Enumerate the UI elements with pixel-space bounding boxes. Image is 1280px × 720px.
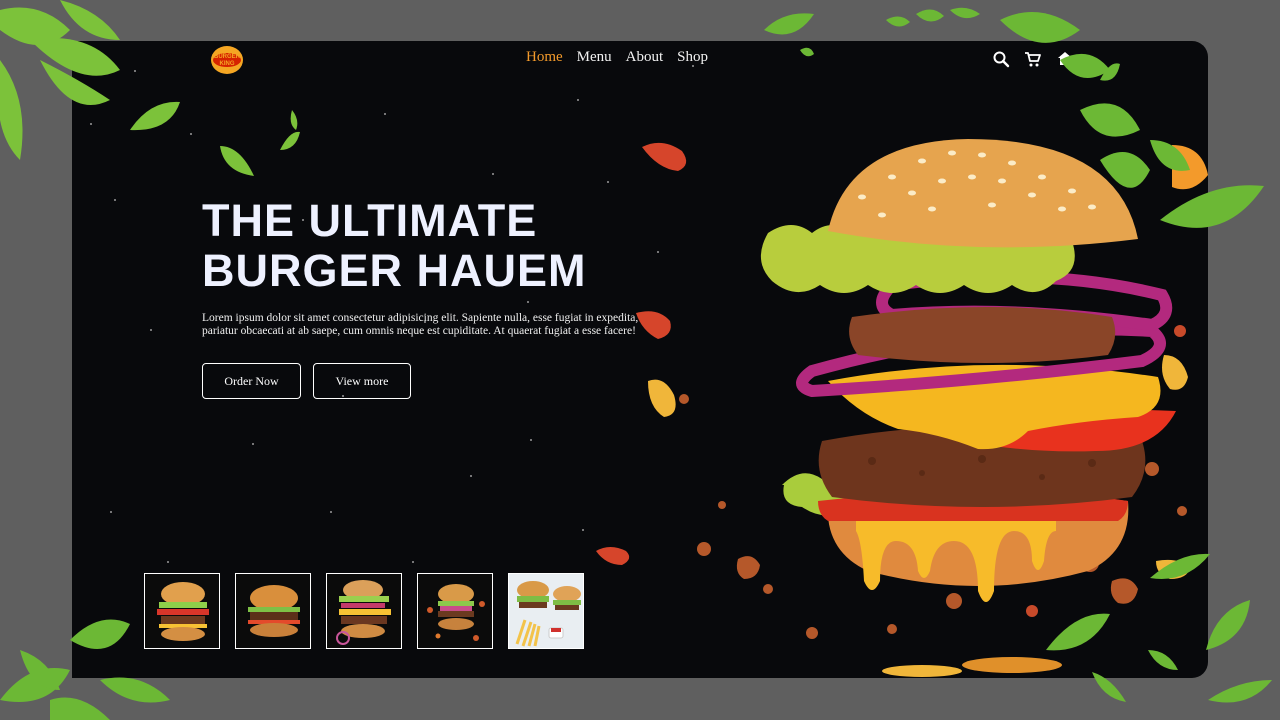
thumbnail-strip	[144, 573, 584, 649]
view-more-button[interactable]: View more	[313, 363, 411, 399]
search-icon[interactable]	[992, 50, 1010, 68]
nav-home[interactable]: Home	[526, 49, 563, 66]
burger-fries-thumbnail-5[interactable]	[508, 573, 584, 649]
logo-text-bottom: KING	[220, 61, 235, 67]
burger-thumbnail-2[interactable]	[235, 573, 311, 649]
logo-text-top: BURGER	[214, 54, 241, 60]
burger-thumbnail-1[interactable]	[144, 573, 220, 649]
burger-king-logo-icon[interactable]: BURGER KING	[209, 45, 245, 75]
hero-title: THE ULTIMATE BURGER HAUEM	[202, 196, 587, 296]
burger-thumbnail-3[interactable]	[326, 573, 402, 649]
main-nav: Home Menu About Shop	[526, 49, 708, 66]
nav-about[interactable]: About	[626, 49, 664, 66]
nav-menu[interactable]: Menu	[577, 49, 612, 66]
cart-icon[interactable]	[1024, 50, 1042, 68]
hero-burger-image	[596, 139, 1208, 677]
hero-card: BURGER KING Home Menu About Shop THE ULT…	[72, 41, 1208, 678]
hero-title-line-1: THE ULTIMATE	[202, 195, 538, 246]
nav-shop[interactable]: Shop	[677, 49, 708, 66]
hero-title-line-2: BURGER HAUEM	[202, 245, 587, 296]
home-icon[interactable]	[1056, 50, 1074, 68]
header-icons	[992, 50, 1074, 68]
order-now-button[interactable]: Order Now	[202, 363, 301, 399]
burger-thumbnail-4[interactable]	[417, 573, 493, 649]
